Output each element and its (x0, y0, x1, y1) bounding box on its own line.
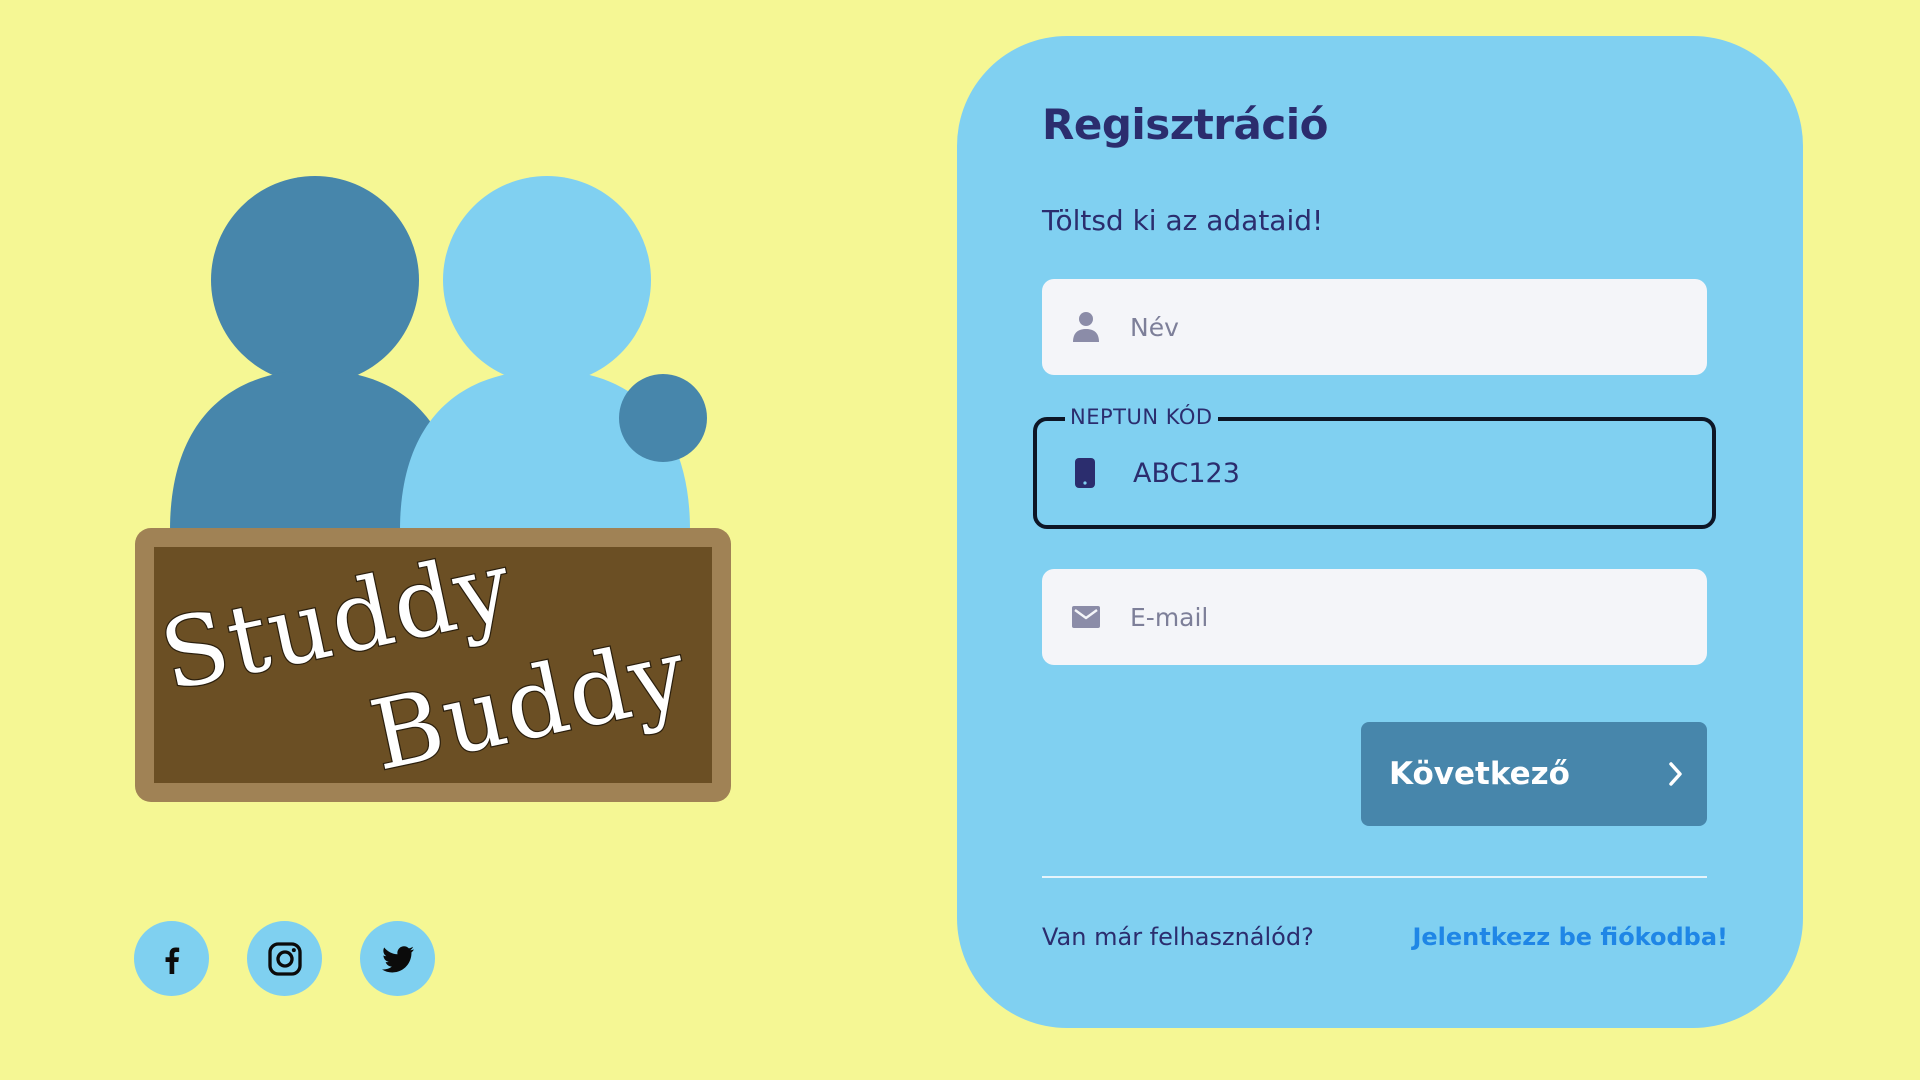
studdy-buddy-logo: Studdy Buddy (130, 170, 735, 810)
phone-icon (1037, 458, 1133, 488)
email-input[interactable] (1130, 602, 1670, 632)
name-input[interactable] (1130, 312, 1670, 342)
registration-card: Regisztráció Töltsd ki az adataid! NEPTU… (957, 36, 1803, 1028)
facebook-button[interactable] (134, 921, 209, 996)
form-subtitle: Töltsd ki az adataid! (1042, 204, 1324, 237)
twitter-icon (381, 945, 414, 972)
figure-hand (619, 374, 707, 462)
neptun-code-label: NEPTUN KÓD (1065, 405, 1218, 429)
instagram-icon (267, 941, 302, 976)
mail-icon (1042, 606, 1130, 628)
logo-illustration: Studdy Buddy (135, 176, 731, 802)
chevron-right-icon (1669, 762, 1682, 786)
neptun-code-input[interactable] (1133, 457, 1673, 489)
next-button[interactable]: Következő (1361, 722, 1707, 826)
form-title: Regisztráció (1042, 100, 1329, 149)
next-button-label: Következő (1389, 756, 1570, 792)
instagram-button[interactable] (247, 921, 322, 996)
email-field[interactable] (1042, 569, 1707, 665)
user-icon (1042, 311, 1130, 343)
dark-figure-head (211, 176, 419, 384)
divider (1042, 876, 1707, 878)
login-link[interactable]: Jelentkezz be fiókodba! (1412, 923, 1728, 951)
neptun-code-field[interactable]: NEPTUN KÓD (1033, 405, 1716, 529)
have-account-text: Van már felhasználód? (1042, 923, 1314, 951)
registration-page: Studdy Buddy Regisztráció Töltsd ki az a… (0, 0, 1920, 1080)
facebook-icon (165, 946, 179, 974)
name-field[interactable] (1042, 279, 1707, 375)
social-links (134, 921, 435, 996)
twitter-button[interactable] (360, 921, 435, 996)
light-figure-head (443, 176, 651, 384)
